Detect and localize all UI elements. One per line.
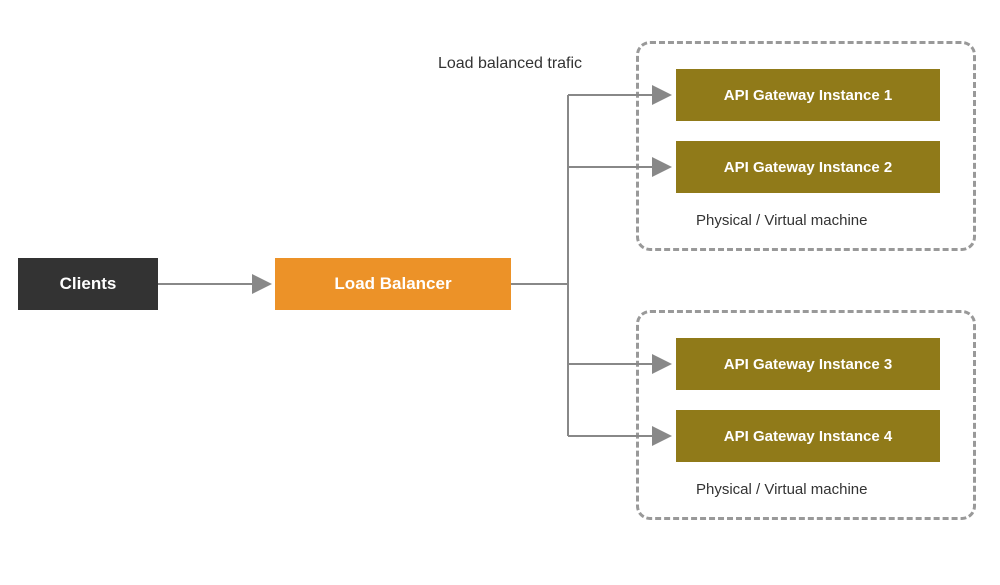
clients-node: Clients	[18, 258, 158, 310]
machine-label-1: Physical / Virtual machine	[696, 212, 867, 229]
clients-label: Clients	[60, 274, 117, 294]
load-balancer-label: Load Balancer	[334, 274, 451, 294]
traffic-label: Load balanced trafic	[430, 54, 590, 75]
load-balancer-node: Load Balancer	[275, 258, 511, 310]
machine-label-2: Physical / Virtual machine	[696, 481, 867, 498]
